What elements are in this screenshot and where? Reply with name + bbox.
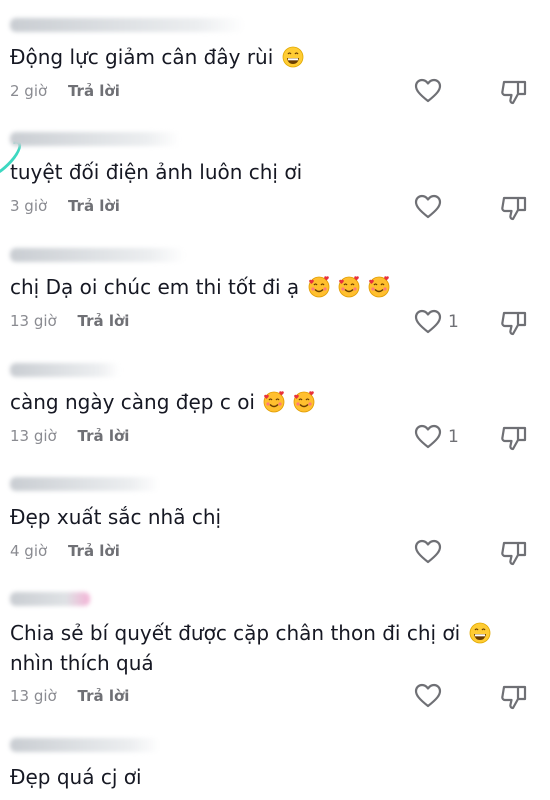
heart-outline-icon xyxy=(414,78,442,103)
reply-button[interactable]: Trả lời xyxy=(78,427,130,445)
comment-meta: 4 giờ Trả lời xyxy=(10,542,120,560)
comment-meta: 13 giờ Trả lời xyxy=(10,427,129,445)
reply-button[interactable]: Trả lời xyxy=(78,687,130,705)
comment-time: 13 giờ xyxy=(10,427,57,445)
dislike-button[interactable] xyxy=(500,195,528,221)
like-button[interactable]: 1 xyxy=(414,424,459,450)
reply-button[interactable]: Trả lời xyxy=(68,82,120,100)
grinning-face-icon xyxy=(282,46,304,68)
comment-text: Chia sẻ bí quyết được cặp chân thon đi c… xyxy=(10,618,530,678)
dislike-button[interactable] xyxy=(500,684,528,710)
blurred-username[interactable] xyxy=(10,738,160,752)
like-count: 1 xyxy=(448,427,459,447)
dislike-button[interactable] xyxy=(500,540,528,566)
comment-text: chị Dạ oi chúc em thi tốt đi ạ xyxy=(10,272,530,302)
thumbs-down-icon xyxy=(501,80,527,105)
comment-text: Đẹp quá cj ơi xyxy=(10,765,142,789)
blurred-username[interactable] xyxy=(10,248,185,262)
comment-time: 13 giờ xyxy=(10,687,57,705)
comment-time: 13 giờ xyxy=(10,312,57,330)
thumbs-down-icon xyxy=(501,685,527,710)
blurred-username[interactable] xyxy=(10,18,245,32)
heart-outline-icon xyxy=(414,424,442,449)
comment-text: tuyệt đối điện ảnh luôn chị ơi xyxy=(10,160,303,184)
comment-text: càng ngày càng đẹp c oi xyxy=(10,387,530,417)
blurred-username[interactable] xyxy=(10,477,160,491)
comment-meta: 13 giờ Trả lời xyxy=(10,687,129,705)
like-button[interactable] xyxy=(414,194,448,220)
comment-time: 2 giờ xyxy=(10,82,48,100)
blurred-username[interactable] xyxy=(10,363,120,377)
smiling-face-with-hearts-icon xyxy=(338,276,360,298)
smiling-face-with-hearts-icon xyxy=(308,276,330,298)
heart-outline-icon xyxy=(414,194,442,219)
dislike-button[interactable] xyxy=(500,79,528,105)
grinning-face-icon xyxy=(469,622,491,644)
like-button[interactable] xyxy=(414,539,448,565)
like-count: 1 xyxy=(448,312,459,332)
like-button[interactable] xyxy=(414,683,448,709)
heart-outline-icon xyxy=(414,683,442,708)
comment-meta: 13 giờ Trả lời xyxy=(10,312,129,330)
reply-button[interactable]: Trả lời xyxy=(68,197,120,215)
comment-time: 3 giờ xyxy=(10,197,48,215)
like-button[interactable] xyxy=(414,78,448,104)
comment-meta: 2 giờ Trả lời xyxy=(10,82,120,100)
heart-outline-icon xyxy=(414,539,442,564)
heart-outline-icon xyxy=(414,309,442,334)
comment-time: 4 giờ xyxy=(10,542,48,560)
comment-text: Động lực giảm cân đây rùi xyxy=(10,42,530,72)
blurred-username[interactable] xyxy=(10,592,90,606)
blurred-username[interactable] xyxy=(10,132,180,146)
thumbs-down-icon xyxy=(501,426,527,451)
smiling-face-with-hearts-icon xyxy=(293,391,315,413)
reply-button[interactable]: Trả lời xyxy=(78,312,130,330)
like-button[interactable]: 1 xyxy=(414,309,459,335)
dislike-button[interactable] xyxy=(500,310,528,336)
comment-meta: 3 giờ Trả lời xyxy=(10,197,120,215)
dislike-button[interactable] xyxy=(500,425,528,451)
reply-button[interactable]: Trả lời xyxy=(68,542,120,560)
smiling-face-with-hearts-icon xyxy=(263,391,285,413)
thumbs-down-icon xyxy=(501,541,527,566)
thumbs-down-icon xyxy=(501,196,527,221)
comment-text: Đẹp xuất sắc nhã chị xyxy=(10,505,222,529)
smiling-face-with-hearts-icon xyxy=(368,276,390,298)
thumbs-down-icon xyxy=(501,311,527,336)
